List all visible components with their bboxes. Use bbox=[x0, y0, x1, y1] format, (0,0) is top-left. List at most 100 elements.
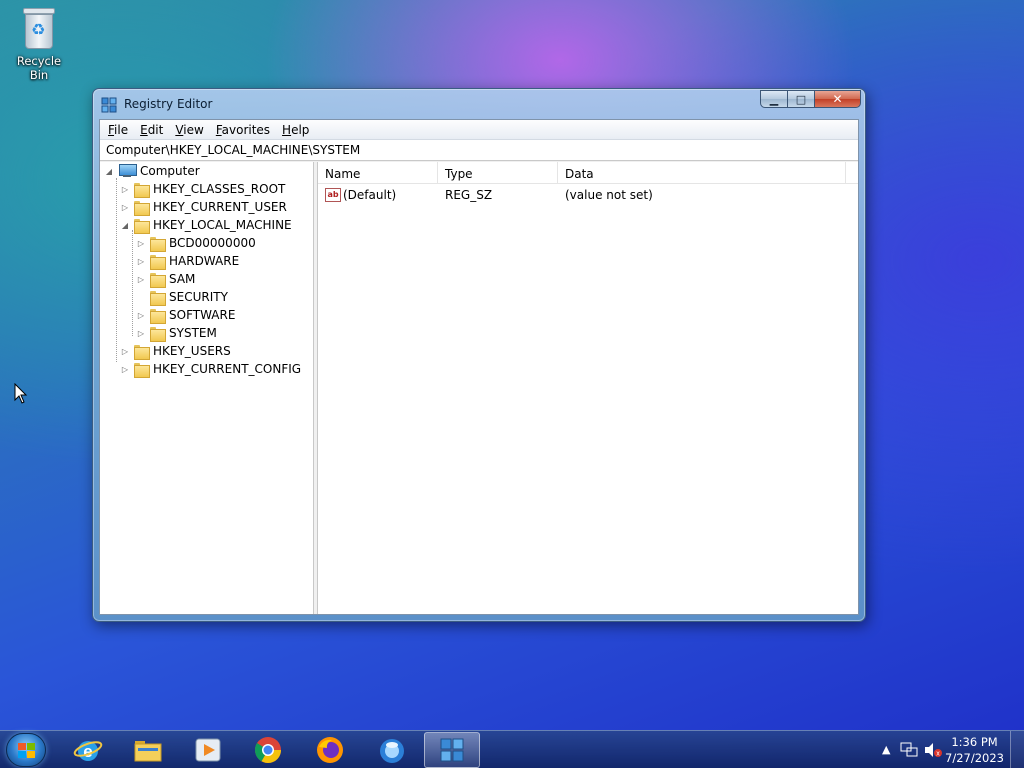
internet-explorer-icon: e bbox=[73, 741, 103, 761]
firefox-icon bbox=[317, 737, 343, 763]
tree-node-label: HKEY_USERS bbox=[153, 344, 231, 358]
tree-node-system[interactable]: ▷ SYSTEM bbox=[136, 324, 217, 342]
taskbar: e ▲ x 1:36 PM 7/27/2023 bbox=[0, 730, 1024, 768]
menu-label: ile bbox=[114, 122, 129, 137]
recycle-bin-icon: ♻ bbox=[22, 8, 56, 50]
taskbar-chrome[interactable] bbox=[240, 732, 296, 768]
svg-text:x: x bbox=[936, 751, 940, 758]
tree-node-hkey-classes-root[interactable]: ▷ HKEY_CLASSES_ROOT bbox=[120, 180, 285, 198]
registry-editor-icon bbox=[440, 738, 464, 762]
window-titlebar[interactable]: Registry Editor ▁ □ ✕ bbox=[93, 89, 865, 119]
folder-icon bbox=[134, 362, 150, 378]
menu-accel: H bbox=[282, 122, 292, 137]
file-explorer-icon bbox=[134, 741, 162, 762]
tree-guide-line bbox=[116, 178, 117, 362]
expand-arrow-icon[interactable]: ▷ bbox=[120, 365, 130, 374]
column-header-name[interactable]: Name bbox=[318, 162, 438, 184]
collapse-arrow-icon[interactable]: ◢ bbox=[120, 221, 130, 230]
minimize-button[interactable]: ▁ bbox=[760, 90, 787, 108]
list-header: Name Type Data bbox=[318, 162, 858, 184]
folder-icon bbox=[134, 218, 150, 234]
expand-arrow-icon[interactable]: ▷ bbox=[120, 203, 130, 212]
start-orb-icon bbox=[18, 743, 36, 759]
menu-help[interactable]: Help bbox=[276, 123, 315, 137]
expand-arrow-icon[interactable]: ▷ bbox=[120, 347, 130, 356]
app-globe-icon bbox=[380, 739, 404, 763]
show-desktop-button[interactable] bbox=[1010, 731, 1024, 768]
collapse-arrow-icon[interactable]: ◢ bbox=[104, 167, 114, 176]
network-icon[interactable] bbox=[900, 742, 918, 758]
expand-arrow-icon[interactable]: ▷ bbox=[136, 257, 146, 266]
expand-arrow-icon[interactable]: ▷ bbox=[136, 239, 146, 248]
media-player-icon bbox=[195, 738, 221, 762]
column-header-type[interactable]: Type bbox=[438, 162, 558, 184]
folder-icon bbox=[134, 344, 150, 360]
tree-node-computer[interactable]: ◢ Computer bbox=[104, 162, 200, 180]
menu-bar: File Edit View Favorites Help bbox=[100, 120, 858, 140]
desktop-icon-recycle-bin[interactable]: ♻ Recycle Bin bbox=[6, 8, 72, 82]
maximize-button[interactable]: □ bbox=[787, 90, 814, 108]
expand-arrow-icon[interactable]: ▷ bbox=[136, 311, 146, 320]
tree-node-label: HKEY_CURRENT_USER bbox=[153, 200, 287, 214]
tree-node-bcd00000000[interactable]: ▷ BCD00000000 bbox=[136, 234, 256, 252]
tree-guide-line bbox=[132, 230, 133, 336]
tree-node-label: HARDWARE bbox=[169, 254, 240, 268]
tree-node-hkey-users[interactable]: ▷ HKEY_USERS bbox=[120, 342, 231, 360]
taskbar-registry-editor[interactable] bbox=[424, 732, 480, 768]
expand-arrow-icon[interactable]: ▷ bbox=[120, 185, 130, 194]
expand-arrow-icon[interactable]: ▷ bbox=[136, 275, 146, 284]
values-list-pane[interactable]: Name Type Data ab (Default) REG_SZ (valu… bbox=[318, 162, 858, 614]
tree-node-label: SOFTWARE bbox=[169, 308, 236, 322]
address-bar[interactable]: Computer\HKEY_LOCAL_MACHINE\SYSTEM bbox=[100, 140, 858, 161]
tree-node-hardware[interactable]: ▷ HARDWARE bbox=[136, 252, 239, 270]
taskbar-file-explorer[interactable] bbox=[120, 732, 176, 768]
taskbar-firefox[interactable] bbox=[302, 732, 358, 768]
tree-node-label: HKEY_CURRENT_CONFIG bbox=[153, 362, 302, 376]
taskbar-media-player[interactable] bbox=[180, 732, 236, 768]
tree-node-hkey-current-config[interactable]: ▷ HKEY_CURRENT_CONFIG bbox=[120, 360, 301, 378]
menu-label: dit bbox=[147, 122, 164, 137]
tree-node-label: SECURITY bbox=[169, 290, 228, 304]
menu-view[interactable]: View bbox=[169, 123, 209, 137]
folder-icon bbox=[134, 200, 150, 216]
system-tray: ▲ x 1:36 PM 7/27/2023 bbox=[864, 731, 1024, 768]
menu-label: elp bbox=[291, 122, 310, 137]
menu-file[interactable]: File bbox=[102, 123, 134, 137]
taskbar-clock[interactable]: 1:36 PM 7/27/2023 bbox=[945, 734, 1004, 766]
volume-muted-icon[interactable]: x bbox=[924, 742, 942, 758]
expand-arrow-icon[interactable]: ▷ bbox=[136, 329, 146, 338]
value-type: REG_SZ bbox=[445, 188, 493, 202]
tree-node-hkey-local-machine[interactable]: ◢ HKEY_LOCAL_MACHINE bbox=[120, 216, 292, 234]
tree-node-software[interactable]: ▷ SOFTWARE bbox=[136, 306, 235, 324]
tree-node-security[interactable]: SECURITY bbox=[136, 288, 228, 306]
menu-edit[interactable]: Edit bbox=[134, 123, 169, 137]
show-hidden-icons-icon[interactable]: ▲ bbox=[882, 743, 890, 756]
tree-node-label: SYSTEM bbox=[169, 326, 217, 340]
menu-label: iew bbox=[183, 122, 204, 137]
close-button[interactable]: ✕ bbox=[814, 90, 861, 108]
taskbar-internet-explorer[interactable]: e bbox=[60, 732, 116, 768]
minimize-icon: ▁ bbox=[769, 92, 779, 106]
tree-node-label: HKEY_CLASSES_ROOT bbox=[153, 182, 286, 196]
list-row[interactable]: ab (Default) REG_SZ (value not set) bbox=[318, 186, 805, 204]
maximize-icon: □ bbox=[795, 92, 807, 106]
tree-node-label: BCD00000000 bbox=[169, 236, 256, 250]
tree-node-label: Computer bbox=[140, 164, 200, 178]
start-button[interactable] bbox=[6, 733, 46, 767]
chrome-icon bbox=[254, 737, 282, 764]
registry-editor-icon bbox=[101, 97, 117, 113]
clock-date: 7/27/2023 bbox=[945, 751, 1004, 765]
taskbar-app-globe[interactable] bbox=[364, 732, 420, 768]
tree-node-sam[interactable]: ▷ SAM bbox=[136, 270, 195, 288]
window-client-area: File Edit View Favorites Help Computer\H… bbox=[99, 119, 859, 615]
menu-accel: E bbox=[140, 122, 148, 137]
key-tree-pane[interactable]: ◢ Computer ▷ HKEY_CLASSES_ROOT ▷ HKEY_CU… bbox=[100, 162, 314, 614]
registry-editor-window: Registry Editor ▁ □ ✕ File Edit View Fav… bbox=[92, 88, 866, 622]
computer-icon bbox=[118, 164, 137, 178]
menu-favorites[interactable]: Favorites bbox=[210, 123, 276, 137]
column-header-data[interactable]: Data bbox=[558, 162, 846, 184]
close-icon: ✕ bbox=[832, 92, 843, 106]
tree-node-label: HKEY_LOCAL_MACHINE bbox=[153, 218, 292, 232]
tree-node-hkey-current-user[interactable]: ▷ HKEY_CURRENT_USER bbox=[120, 198, 287, 216]
value-data: (value not set) bbox=[565, 188, 653, 202]
